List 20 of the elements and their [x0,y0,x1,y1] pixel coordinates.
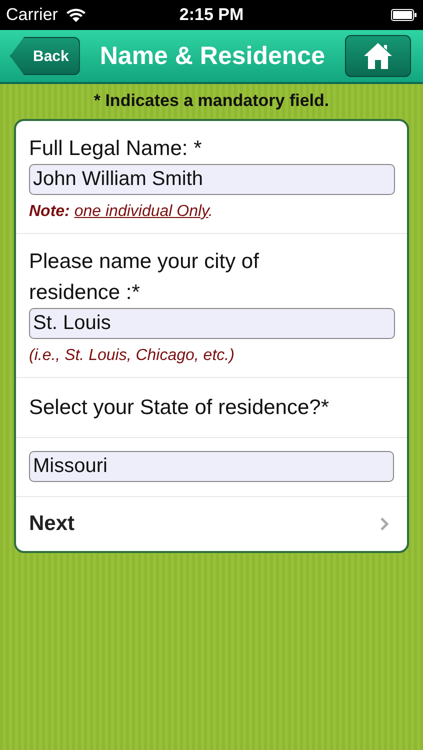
carrier-label: Carrier [6,5,58,25]
wifi-icon [66,8,86,22]
field-label: Please name your city of residence :* [29,249,260,306]
note-link[interactable]: one individual Only [74,203,208,220]
mandatory-notice: * Indicates a mandatory field. [92,90,330,112]
note-text: Note: one individual Only. [29,203,214,221]
battery-icon [391,9,417,21]
home-button[interactable] [345,35,411,77]
clock-time: 2:15 PM [178,5,245,25]
field-label: Full Legal Name: * [29,136,203,162]
field-label: Select your State of residence?* [29,395,330,421]
next-row[interactable]: Next [16,497,407,551]
house-icon [363,42,393,70]
back-button[interactable]: Back [10,37,80,75]
hint-text: (i.e., St. Louis, Chicago, etc.) [29,347,236,365]
state-field[interactable]: Missouri [29,451,394,482]
chevron-icon [380,517,389,531]
input-field[interactable]: John William Smith [29,164,395,195]
page-title: Name & Residence [98,42,326,70]
input-field[interactable]: St. Louis [29,308,395,339]
